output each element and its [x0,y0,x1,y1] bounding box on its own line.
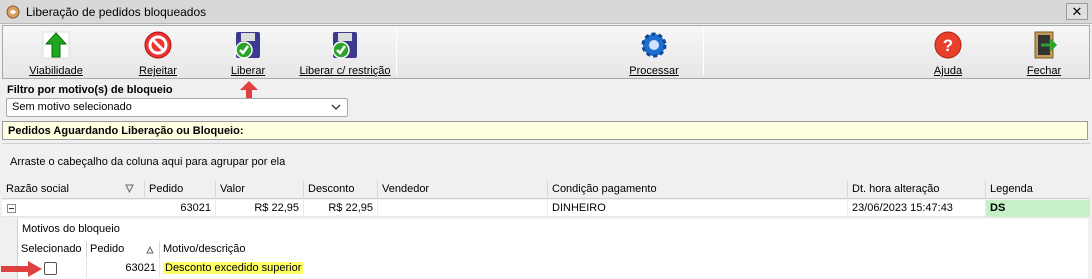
detail-column-pedido[interactable]: Pedido [86,241,159,259]
collapse-icon[interactable] [7,204,16,213]
close-icon: ✕ [1071,3,1083,19]
gear-icon [641,32,667,58]
liberar-restricao-button[interactable]: Liberar c/ restrição [295,28,395,78]
cell-valor: R$ 22,95 [215,200,303,217]
sort-ascending-icon [146,246,154,254]
table-row[interactable]: 63021 R$ 22,95 R$ 22,95 DINHEIRO 23/06/2… [2,200,1090,217]
column-valor[interactable]: Valor [215,180,303,199]
chevron-down-icon [331,104,341,110]
filter-triangle-icon[interactable] [125,184,134,193]
motivo-highlight: Desconto excedido superior [163,262,304,274]
window-title: Liberação de pedidos bloqueados [26,4,207,19]
help-icon: ? [934,31,962,59]
column-dt-hora[interactable]: Dt. hora alteração [847,180,985,199]
viabilidade-button[interactable]: Viabilidade [17,28,95,78]
ajuda-button[interactable]: ? Ajuda [909,28,987,78]
cell-pedido: 63021 [180,202,211,214]
close-window-button[interactable]: ✕ [1066,3,1088,20]
disk-check-icon [235,32,260,59]
column-condicao-pagamento[interactable]: Condição pagamento [547,180,847,199]
column-vendedor[interactable]: Vendedor [377,180,547,199]
fechar-button[interactable]: Fechar [1005,28,1083,78]
annotation-arrow-up-icon [240,81,258,99]
toolbar-separator [703,28,704,76]
detail-column-motivo[interactable]: Motivo/descrição [159,241,449,259]
liberar-label: Liberar [230,65,266,77]
group-by-hint: Arraste o cabeçalho da coluna aqui para … [10,156,286,168]
arrow-up-icon [42,31,70,59]
cell-vendedor [377,200,547,217]
filter-label: Filtro por motivo(s) de bloqueio [7,84,173,96]
processar-label: Processar [629,65,679,77]
group-by-area[interactable]: Arraste o cabeçalho da coluna aqui para … [2,143,1090,179]
filter-dropdown[interactable]: Sem motivo selecionado [6,98,348,117]
detail-column-selecionado[interactable]: Selecionado [18,241,86,259]
cell-legenda: DS [985,200,1090,217]
ajuda-label: Ajuda [933,65,963,77]
column-razao-social[interactable]: Razão social [2,180,144,199]
window-titlebar: Liberação de pedidos bloqueados ✕ [0,0,1092,24]
processar-button[interactable]: Processar [615,28,693,78]
cell-dt-hora: 23/06/2023 15:47:43 [847,200,985,217]
svg-text:?: ? [943,36,953,55]
pending-orders-title: Pedidos Aguardando Liberação ou Bloqueio… [2,121,1088,140]
column-desconto[interactable]: Desconto [303,180,377,199]
liberar-restricao-label: Liberar c/ restrição [299,65,391,77]
annotation-arrow-right-icon [1,261,42,277]
rejeitar-button[interactable]: Rejeitar [119,28,197,78]
viabilidade-label: Viabilidade [29,65,83,77]
toolbar-separator [396,28,397,76]
app-icon [6,5,20,18]
filter-selected-value: Sem motivo selecionado [12,101,132,113]
liberar-button[interactable]: Liberar [209,28,287,78]
rejeitar-label: Rejeitar [139,65,177,77]
cell-condicao: DINHEIRO [547,200,847,217]
detail-cell-motivo: Desconto excedido superior [159,260,449,277]
no-entry-icon [144,31,172,59]
detail-cell-pedido: 63021 [86,260,159,277]
detail-title: Motivos do bloqueio [22,223,120,235]
column-pedido[interactable]: Pedido [144,180,215,199]
blocking-reasons-detail: Motivos do bloqueio Selecionado Pedido M… [17,219,1088,279]
fechar-label: Fechar [1026,65,1062,77]
disk-check-icon [332,32,357,59]
toolbar: Viabilidade Rejeitar Liberar Liberar c/ … [2,25,1090,79]
grid-header: Razão social Pedido Valor Desconto Vende… [2,180,1090,199]
select-checkbox[interactable] [44,262,57,275]
cell-desconto: R$ 22,95 [303,200,377,217]
column-legenda[interactable]: Legenda [985,180,1090,199]
exit-door-icon [1034,31,1058,59]
